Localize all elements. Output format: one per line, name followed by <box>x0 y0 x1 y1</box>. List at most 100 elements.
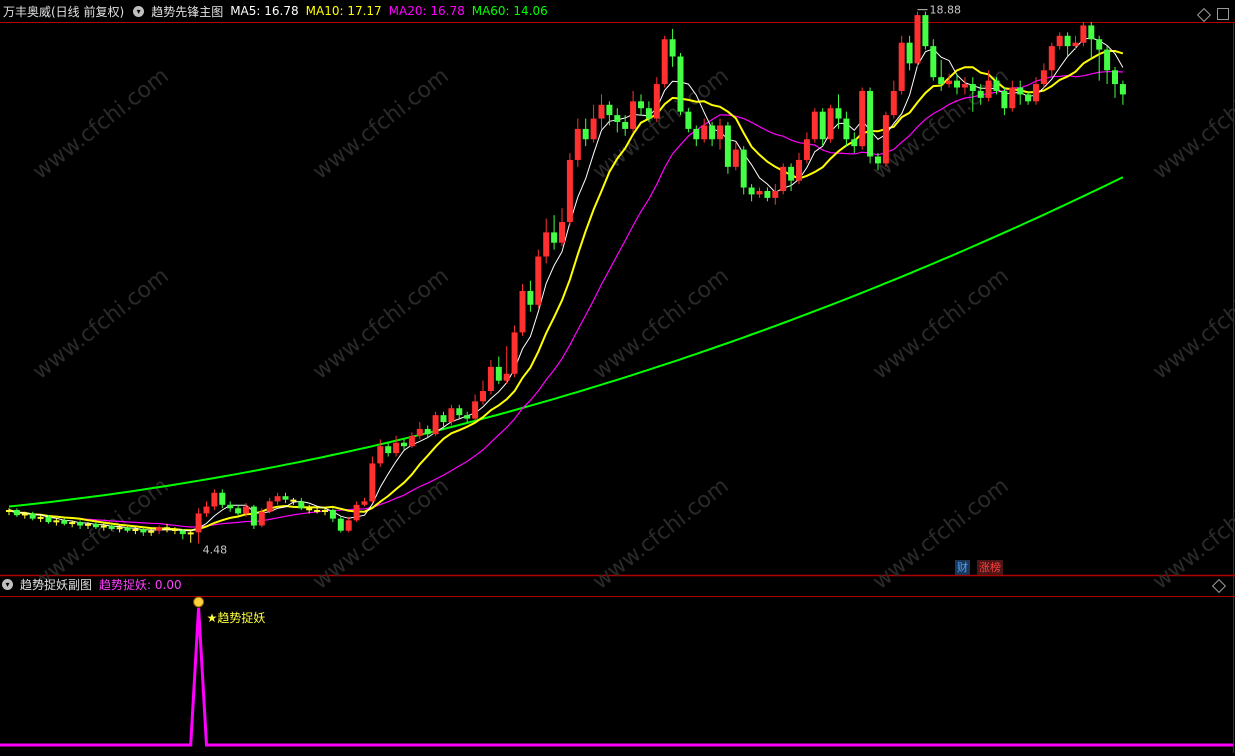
main-indicator-name[interactable]: 趋势先锋主图 <box>151 3 223 20</box>
candle-body <box>13 509 20 516</box>
candle-body <box>677 56 684 112</box>
candle-body <box>724 125 731 167</box>
price-chart: www.cfchi.com www.cfchi.com www.cfchi.com w… <box>0 4 1235 753</box>
candle-body <box>669 39 676 57</box>
candle-body <box>527 291 534 305</box>
candle-body <box>227 504 234 509</box>
candle-body <box>843 118 850 140</box>
candle-body <box>132 528 139 531</box>
candle-body <box>148 530 155 533</box>
candle-body <box>92 523 99 528</box>
candle-body <box>827 108 834 140</box>
candle-body <box>266 501 273 512</box>
maximize-square-icon[interactable] <box>1217 8 1229 20</box>
candle-body <box>298 501 305 509</box>
candle-body <box>314 509 321 512</box>
candle-body <box>653 84 660 119</box>
candle-body <box>124 527 131 531</box>
candle-body <box>440 415 447 423</box>
candle-body <box>638 101 644 109</box>
candle-body <box>685 111 692 129</box>
candle-body <box>164 527 170 530</box>
candle-body <box>337 518 344 531</box>
sub-indicator-name[interactable]: 趋势捉妖副图 <box>20 576 92 593</box>
candle-body <box>938 77 945 85</box>
candle-body <box>890 90 897 116</box>
candle-body <box>77 522 84 526</box>
candle-body <box>574 128 581 160</box>
candle-body <box>772 190 779 198</box>
watermark-text: www.cfchi.com <box>308 63 453 184</box>
candle-body <box>922 15 929 47</box>
candle-body <box>851 139 858 147</box>
candle-body <box>448 408 455 423</box>
candle-body <box>867 90 874 157</box>
candle-body <box>914 15 921 64</box>
candle-body <box>606 104 613 116</box>
candle-body <box>408 435 415 447</box>
watermark-text: www.cfchi.com <box>588 473 733 594</box>
candle-body <box>424 428 431 435</box>
candle-body <box>748 187 755 195</box>
candle-body <box>179 530 186 535</box>
candle-body <box>353 504 360 521</box>
signal-readout: 趋势捉妖: 0.00 <box>99 577 182 592</box>
candle-body <box>1033 84 1039 102</box>
candle-body <box>377 446 384 464</box>
candle-body <box>235 508 242 514</box>
candle-body <box>796 159 802 181</box>
candle-body <box>875 156 881 164</box>
candle-body <box>780 166 787 191</box>
candle-body <box>1025 94 1032 102</box>
candle-body <box>661 39 668 85</box>
candle-body <box>100 525 107 528</box>
sub-indicator-menu-icon[interactable]: ▾ <box>2 578 13 590</box>
finance-badge[interactable]: 财 <box>955 560 970 575</box>
candle-body <box>140 528 147 533</box>
candle-body <box>45 516 52 523</box>
candle-body <box>511 332 518 374</box>
candle-body <box>195 513 202 533</box>
candle-body <box>329 509 336 519</box>
candle-body <box>282 496 289 500</box>
indicator-menu-icon[interactable]: ▾ <box>133 5 145 17</box>
candle-body <box>116 527 123 530</box>
money-bag-icon <box>193 596 205 608</box>
main-panel-header: 万丰奥威(日线 前复权) ▾ 趋势先锋主图 MA5: 16.78 MA10: 1… <box>0 0 555 22</box>
candle-body <box>6 509 12 512</box>
candle-body <box>85 523 91 526</box>
candle-body <box>187 532 194 535</box>
candle-body <box>37 516 44 519</box>
watermark-text: www.cfchi.com <box>308 263 453 384</box>
watermark-text: www.cfchi.com <box>308 473 453 594</box>
candle-body <box>1080 25 1087 43</box>
candle-body <box>258 511 265 526</box>
candle-body <box>385 446 392 454</box>
candle-body <box>551 232 558 243</box>
candle-body <box>1096 39 1103 50</box>
candle-body <box>1040 70 1047 85</box>
candle-body <box>1119 84 1126 95</box>
candle-body <box>1104 49 1111 71</box>
candle-body <box>306 508 313 511</box>
candle-body <box>345 520 352 531</box>
candle-body <box>930 46 937 78</box>
candle-body <box>1064 35 1071 47</box>
candle-body <box>1001 90 1008 109</box>
candle-body <box>61 520 68 524</box>
candle-body <box>69 522 76 525</box>
candle-body <box>709 125 716 140</box>
candle-body <box>1088 25 1095 40</box>
watermark-text: www.cfchi.com <box>28 63 173 184</box>
candle-body <box>756 190 763 195</box>
candle-body <box>250 506 257 526</box>
candle-body <box>480 391 486 402</box>
candle-body <box>1009 87 1016 109</box>
candle-body <box>898 42 905 91</box>
candle-body <box>543 232 550 257</box>
ma60-line <box>8 176 1124 508</box>
candle-body <box>416 428 423 436</box>
candle-body <box>717 125 723 140</box>
candle-body <box>1056 35 1063 47</box>
rank-badge[interactable]: 涨榜 <box>977 560 1003 575</box>
